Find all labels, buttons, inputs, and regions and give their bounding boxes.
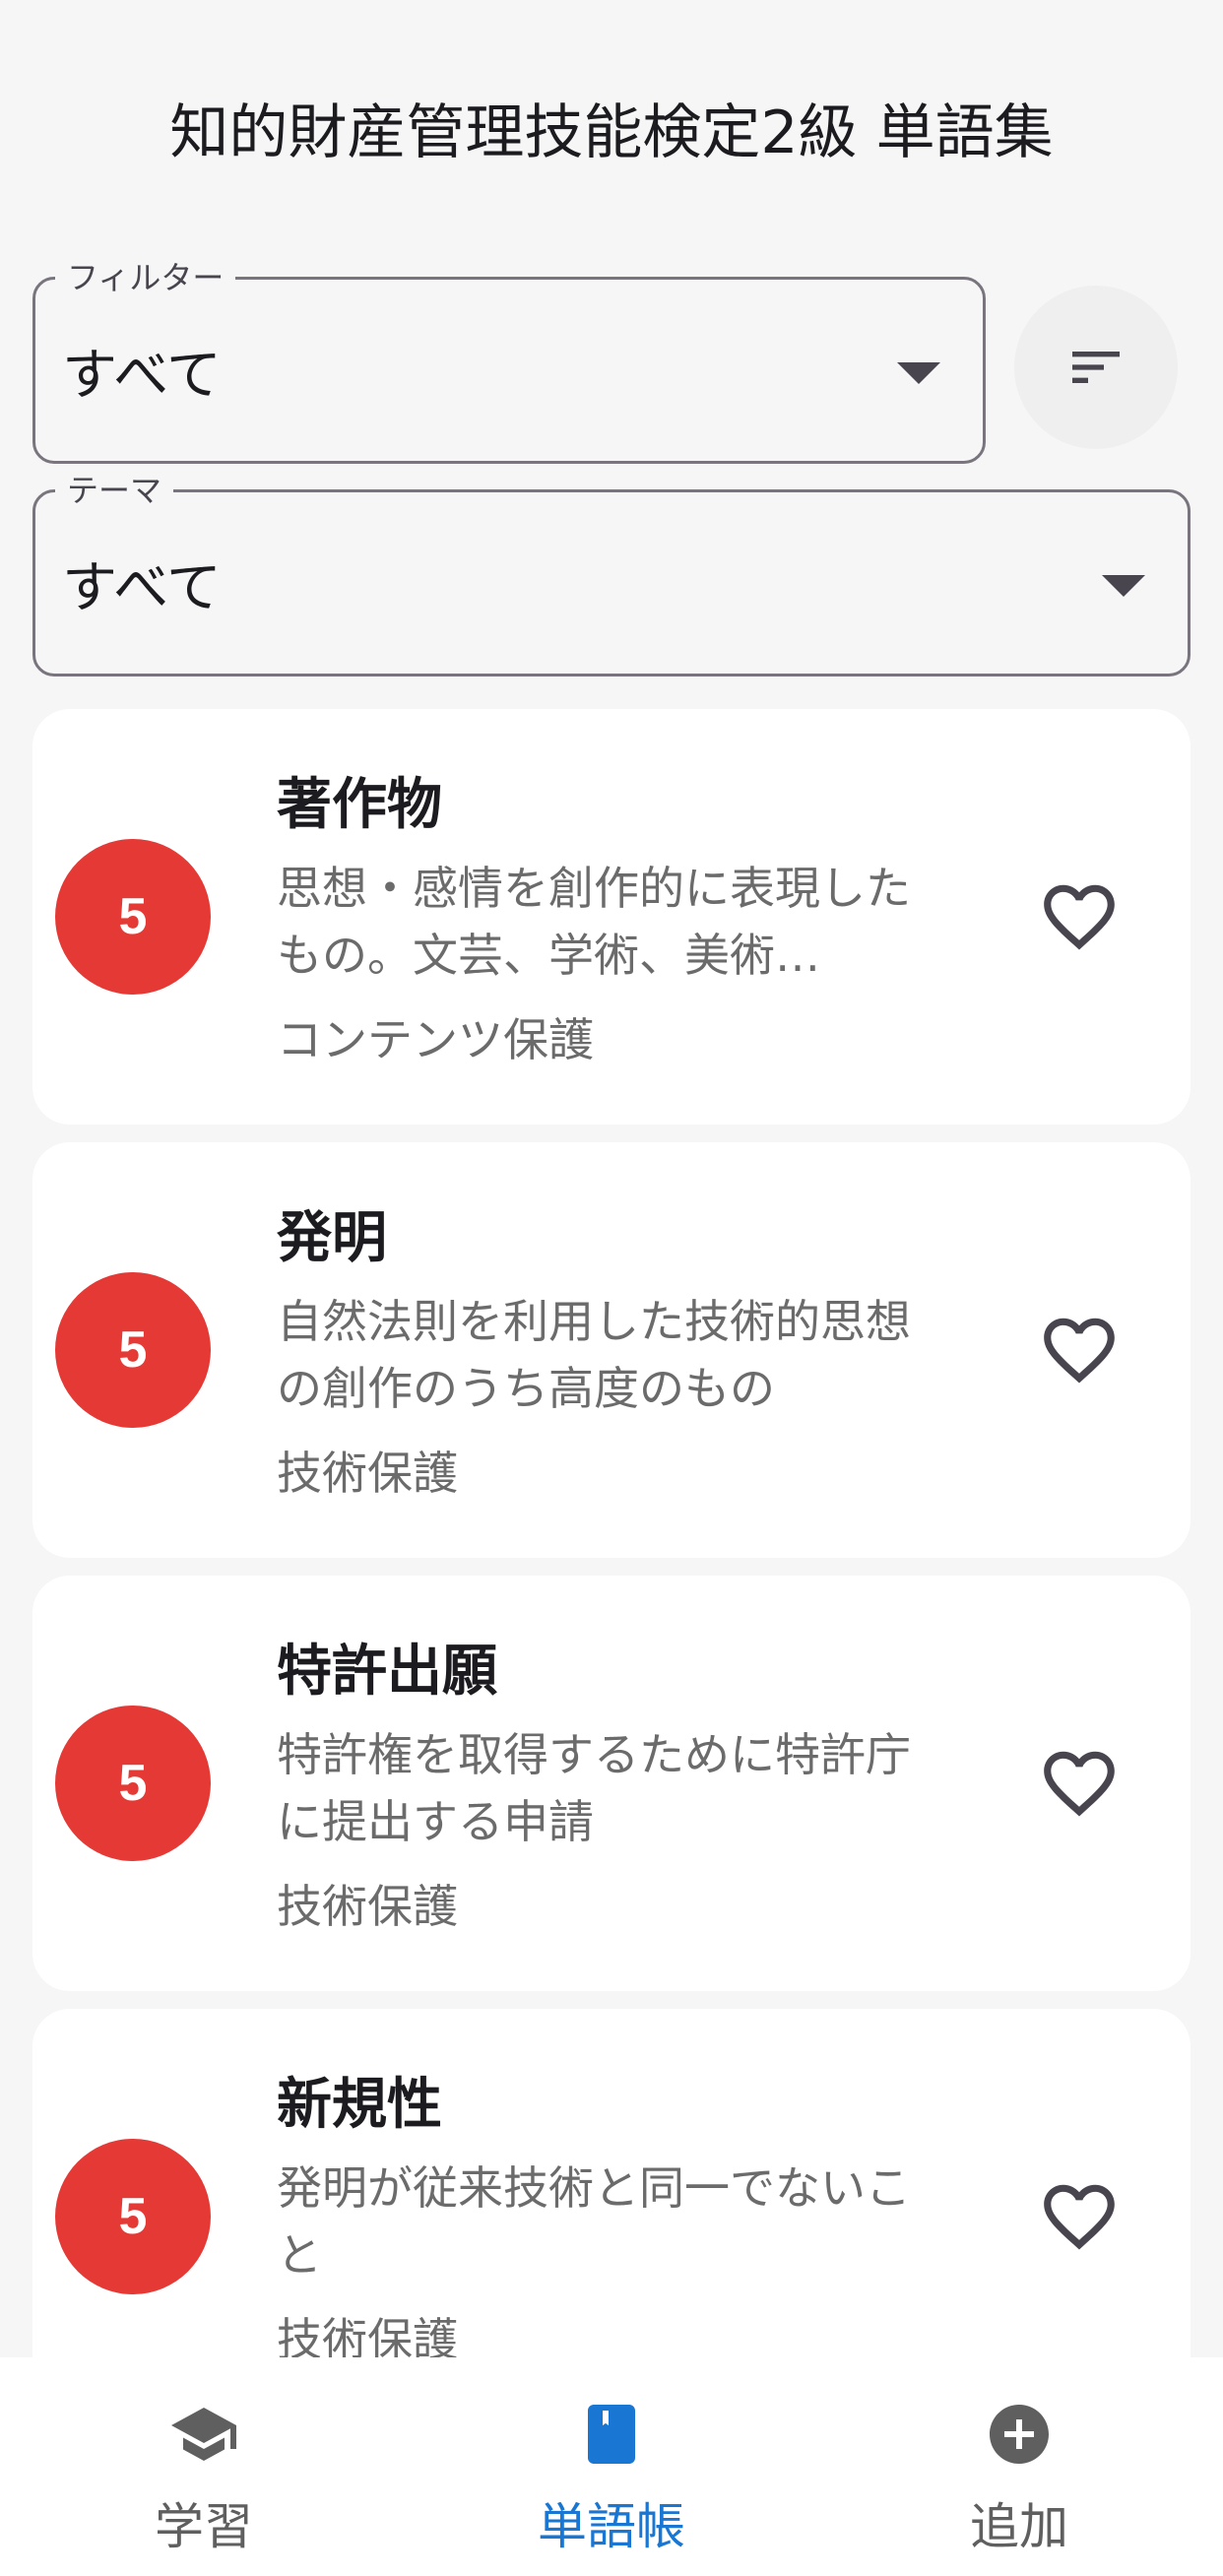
term-title: 発明 <box>277 1206 387 1270</box>
nav-study[interactable]: 学習 <box>0 2357 408 2576</box>
term-title: 著作物 <box>277 773 442 837</box>
term-category: 技術保護 <box>277 1447 458 1500</box>
term-card[interactable]: 5 新規性 発明が従来技術と同一でないこと 技術保護 <box>32 2009 1191 2357</box>
bottom-navigation: 学習 単語帳 追加 <box>0 2357 1223 2576</box>
favorite-heart-icon[interactable] <box>1037 1308 1122 1392</box>
favorite-heart-icon[interactable] <box>1037 874 1122 959</box>
term-card[interactable]: 5 著作物 思想・感情を創作的に表現したもの。文芸、学術、美術… コンテンツ保護 <box>32 709 1191 1125</box>
graduation-cap-icon <box>171 2408 236 2461</box>
theme-dropdown[interactable]: テーマ すべて <box>32 471 1191 676</box>
filter-value: すべて <box>62 343 222 408</box>
dropdown-arrow-icon <box>897 362 940 384</box>
dropdown-arrow-icon <box>1102 575 1145 597</box>
term-description: 自然法則を利用した技術的思想の創作のうち高度のもの <box>277 1295 911 1415</box>
add-circle-icon <box>990 2405 1049 2464</box>
level-badge: 5 <box>55 839 211 995</box>
sort-icon <box>1072 352 1120 383</box>
nav-add-label: 追加 <box>970 2498 1068 2555</box>
term-list[interactable]: 5 著作物 思想・感情を創作的に表現したもの。文芸、学術、美術… コンテンツ保護… <box>0 709 1223 2357</box>
term-category: コンテンツ保護 <box>277 1013 594 1066</box>
term-category: 技術保護 <box>277 1880 458 1933</box>
level-badge: 5 <box>55 1272 211 1428</box>
nav-wordbook[interactable]: 単語帳 <box>408 2357 815 2576</box>
term-category: 技術保護 <box>277 2313 458 2357</box>
page-title: 知的財産管理技能検定2級 単語集 <box>169 98 1054 167</box>
favorite-heart-icon[interactable] <box>1037 2174 1122 2259</box>
term-description: 特許権を取得するために特許庁に提出する申請 <box>277 1728 911 1848</box>
level-badge: 5 <box>55 2139 211 2294</box>
term-description: 思想・感情を創作的に表現したもの。文芸、学術、美術… <box>277 862 911 982</box>
term-card[interactable]: 5 特許出願 特許権を取得するために特許庁に提出する申請 技術保護 <box>32 1576 1191 1991</box>
nav-wordbook-label: 単語帳 <box>538 2498 685 2555</box>
nav-study-label: 学習 <box>155 2498 253 2555</box>
theme-value: すべて <box>62 555 222 620</box>
term-description: 発明が従来技術と同一でないこと <box>277 2161 911 2282</box>
filter-dropdown[interactable]: フィルター すべて <box>32 258 986 464</box>
term-title: 新規性 <box>277 2073 442 2137</box>
nav-add[interactable]: 追加 <box>815 2357 1223 2576</box>
term-title: 特許出願 <box>277 1640 497 1704</box>
book-icon <box>588 2405 635 2464</box>
sort-button[interactable] <box>1014 286 1178 449</box>
level-badge: 5 <box>55 1706 211 1861</box>
term-card[interactable]: 5 発明 自然法則を利用した技術的思想の創作のうち高度のもの 技術保護 <box>32 1142 1191 1558</box>
favorite-heart-icon[interactable] <box>1037 1741 1122 1826</box>
